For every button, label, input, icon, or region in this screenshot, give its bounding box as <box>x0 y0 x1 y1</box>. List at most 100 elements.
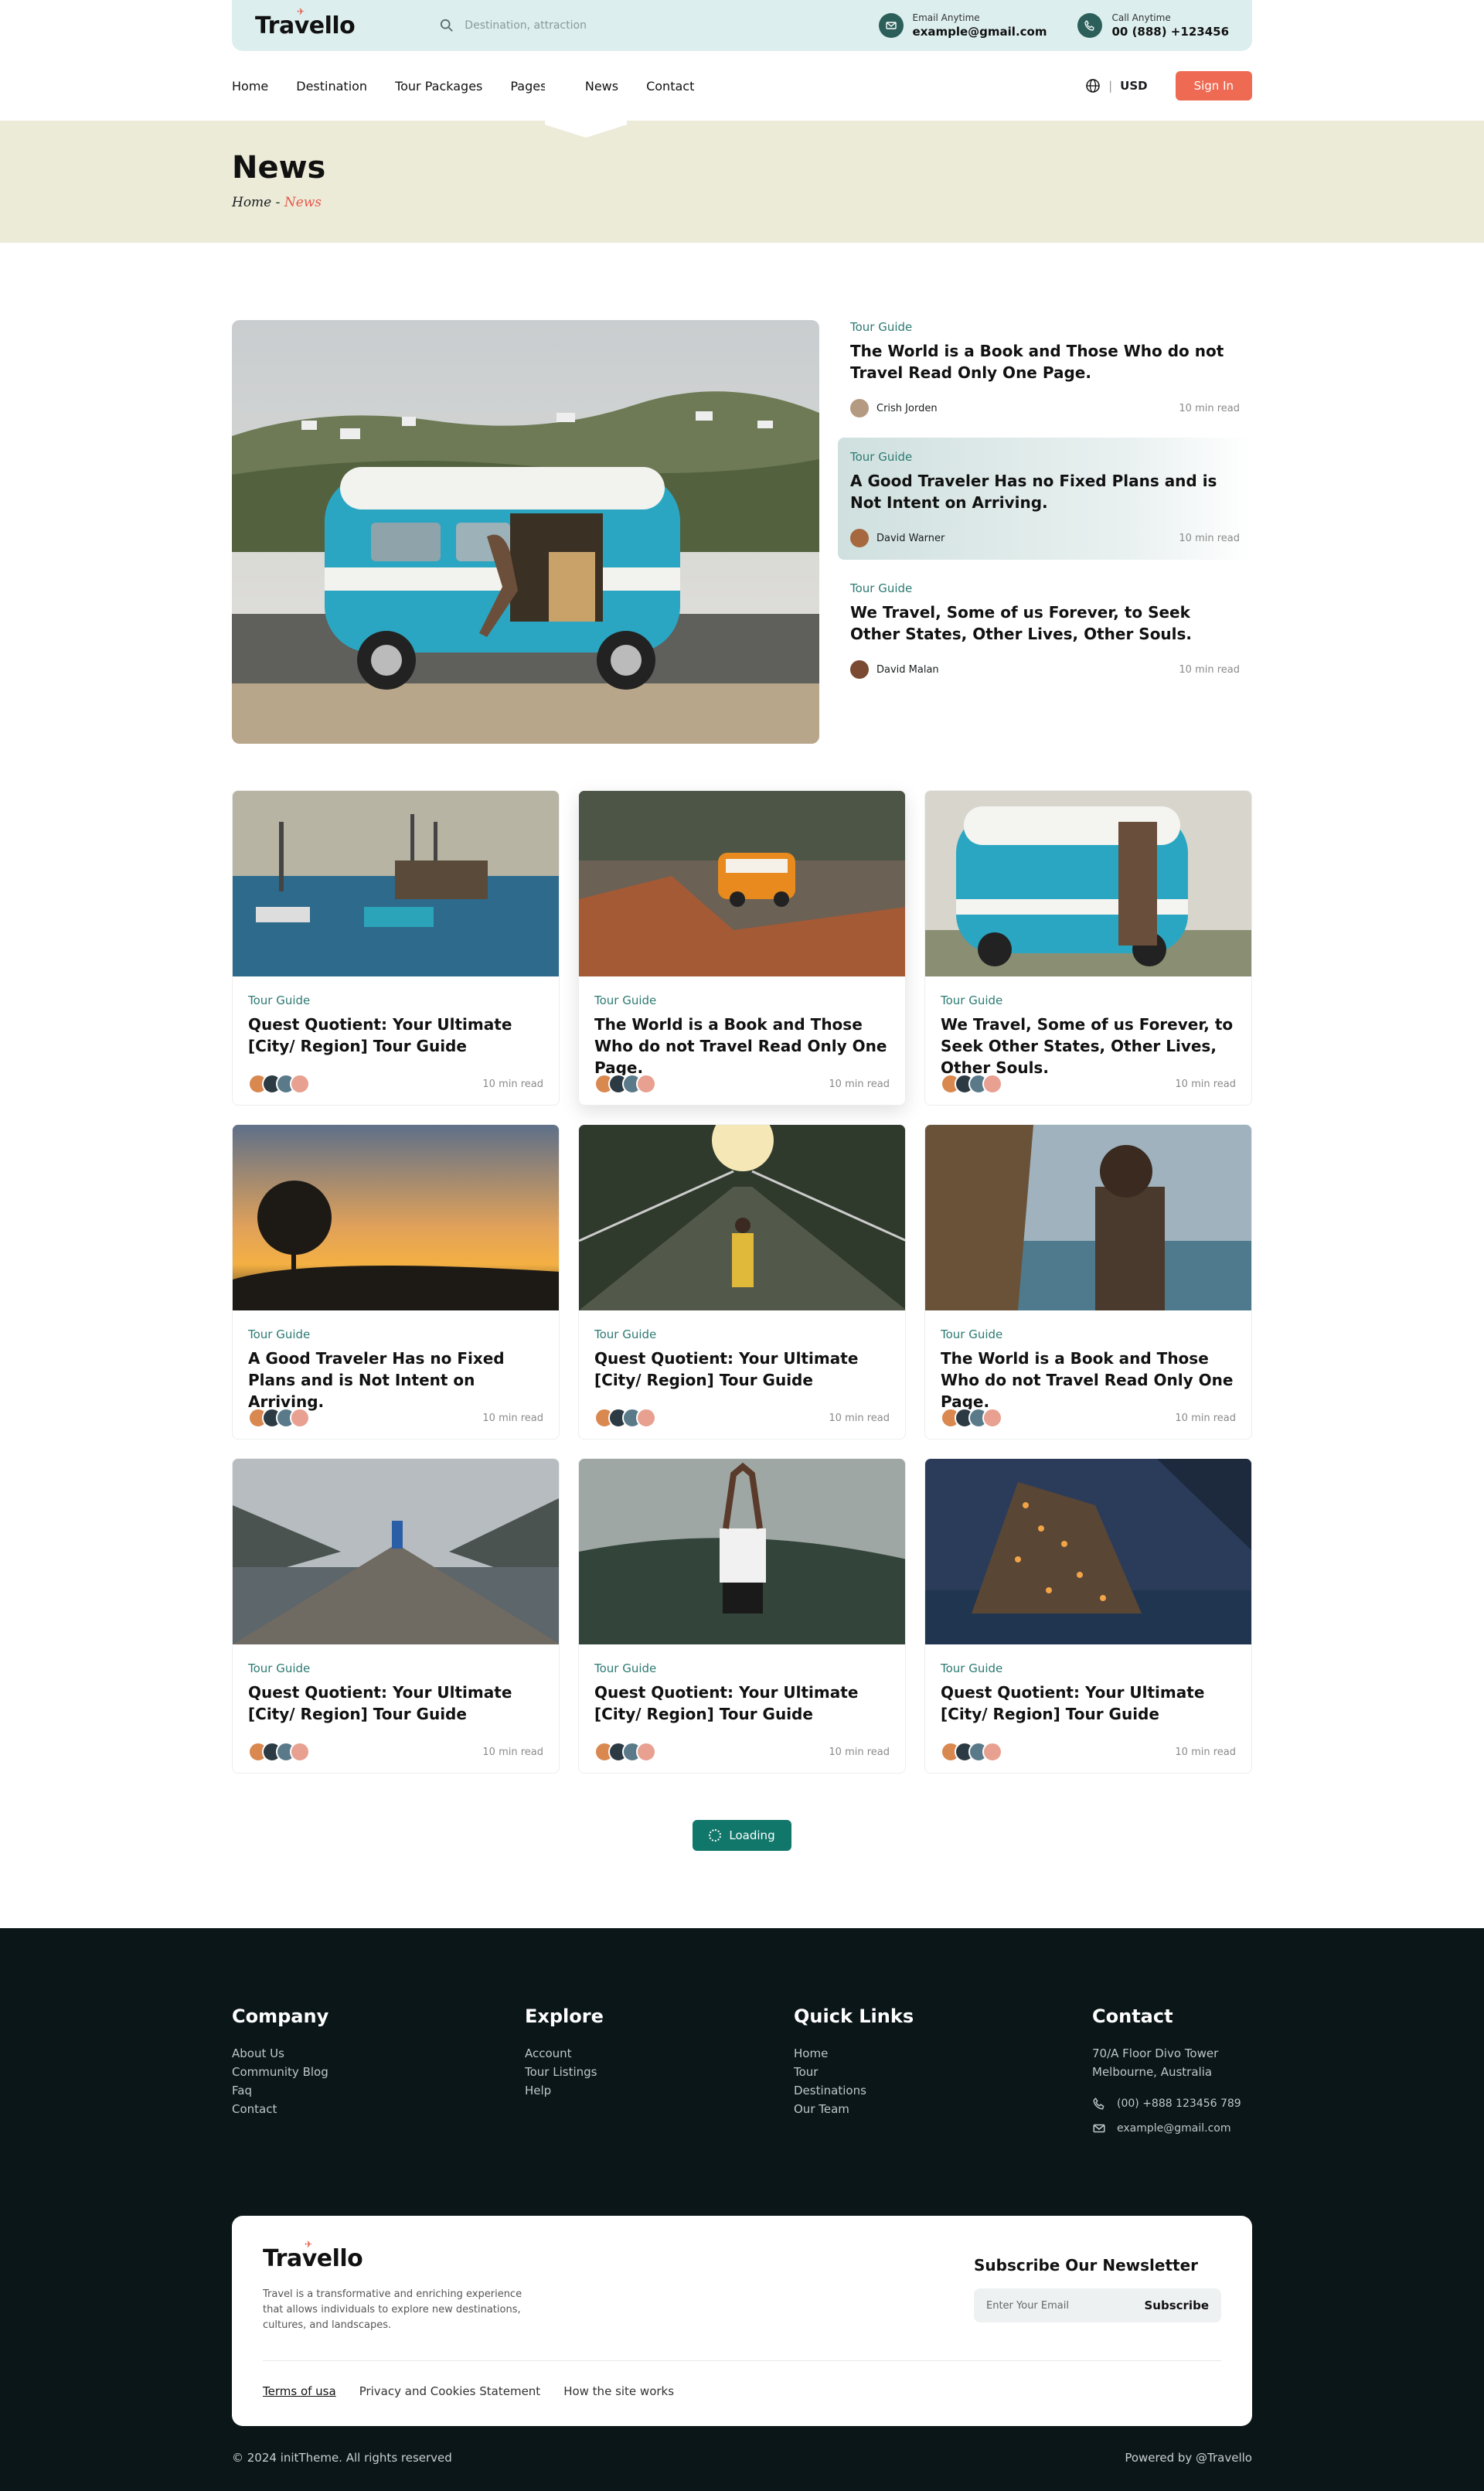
featured-post-1[interactable]: Tour Guide The World is a Book and Those… <box>838 320 1252 442</box>
read-time: 10 min read <box>1175 1078 1236 1090</box>
footer-link[interactable]: Tour <box>794 2063 914 2081</box>
address-line: Melbourne, Australia <box>1092 2065 1213 2079</box>
breadcrumb-home[interactable]: Home <box>232 195 271 210</box>
terms-link[interactable]: Terms of usa <box>263 2384 336 2398</box>
featured-post-3[interactable]: Tour Guide We Travel, Some of us Forever… <box>838 581 1252 704</box>
news-card[interactable]: Tour Guide The World is a Book and Those … <box>578 790 906 1106</box>
footer-phone[interactable]: (00) +888 123456 789 <box>1092 2097 1241 2111</box>
mail-icon <box>878 13 904 38</box>
site-footer: Company About Us Community Blog Faq Cont… <box>0 1928 1484 2491</box>
card-title[interactable]: Quest Quotient: Your Ultimate [City/ Reg… <box>941 1682 1236 1726</box>
news-card[interactable]: Tour Guide Quest Quotient: Your Ultimate … <box>578 1458 906 1774</box>
subscribe-button[interactable]: Subscribe <box>1145 2298 1210 2312</box>
globe-icon[interactable] <box>1085 78 1101 94</box>
card-image[interactable] <box>233 1125 559 1310</box>
card-category[interactable]: Tour Guide <box>594 1327 890 1341</box>
footer-link[interactable]: Destinations <box>794 2081 914 2100</box>
card-title[interactable]: A Good Traveler Has no Fixed Plans and i… <box>248 1348 543 1411</box>
brand-name: Travello <box>255 12 356 39</box>
news-card[interactable]: Tour Guide Quest Quotient: Your Ultimate … <box>232 790 560 1106</box>
footer-link[interactable]: Account <box>525 2044 604 2063</box>
news-card[interactable]: Tour Guide Quest Quotient: Your Ultimate … <box>578 1124 906 1440</box>
news-card[interactable]: Tour Guide The World is a Book and Those … <box>924 1124 1252 1440</box>
card-title[interactable]: The World is a Book and Those Who do not… <box>594 1014 890 1077</box>
author-name[interactable]: David Warner <box>876 533 945 544</box>
card-image[interactable] <box>579 1459 905 1644</box>
post-title[interactable]: The World is a Book and Those Who do not… <box>850 340 1240 383</box>
card-category[interactable]: Tour Guide <box>248 1661 543 1675</box>
card-title[interactable]: We Travel, Some of us Forever, to Seek O… <box>941 1014 1236 1077</box>
news-card[interactable]: Tour Guide A Good Traveler Has no Fixed P… <box>232 1124 560 1440</box>
card-title[interactable]: Quest Quotient: Your Ultimate [City/ Reg… <box>594 1682 890 1726</box>
footer-company: Company About Us Community Blog Faq Cont… <box>232 2005 328 2118</box>
footer-link[interactable]: Tour Listings <box>525 2063 604 2081</box>
how-it-works-link[interactable]: How the site works <box>563 2384 674 2398</box>
nav-destination[interactable]: Destination <box>296 79 367 94</box>
card-title[interactable]: Quest Quotient: Your Ultimate [City/ Reg… <box>248 1014 543 1058</box>
newsletter-email-input[interactable]: Enter Your Email <box>986 2300 1069 2312</box>
post-category[interactable]: Tour Guide <box>850 320 1240 334</box>
top-bar: Travello ✈ Destination, attraction Email … <box>232 0 1252 51</box>
footer-link[interactable]: Our Team <box>794 2100 914 2118</box>
author-name[interactable]: Crish Jorden <box>876 403 938 414</box>
newsletter-form: Enter Your Email Subscribe <box>974 2288 1221 2322</box>
currency-select[interactable]: USD <box>1120 79 1147 93</box>
card-image[interactable] <box>925 1125 1251 1310</box>
nav-news[interactable]: News <box>585 79 618 94</box>
card-category[interactable]: Tour Guide <box>248 1327 543 1341</box>
card-title[interactable]: Quest Quotient: Your Ultimate [City/ Reg… <box>594 1348 890 1392</box>
author-name[interactable]: David Malan <box>876 664 939 676</box>
footer-logo[interactable]: Travello ✈ <box>263 2239 363 2272</box>
news-card[interactable]: Tour Guide Quest Quotient: Your Ultimate … <box>924 1458 1252 1774</box>
post-category[interactable]: Tour Guide <box>850 450 1240 464</box>
footer-quick-links: Quick Links Home Tour Destinations Our T… <box>794 2005 914 2118</box>
email-contact[interactable]: Email Anytime example@gmail.com <box>878 12 1047 39</box>
plane-icon: ✈ <box>297 5 305 17</box>
card-category[interactable]: Tour Guide <box>248 993 543 1007</box>
card-image[interactable] <box>925 791 1251 976</box>
powered-by[interactable]: Powered by @Travello <box>1125 2451 1252 2465</box>
news-card[interactable]: Tour Guide Quest Quotient: Your Ultimate … <box>232 1458 560 1774</box>
card-image[interactable] <box>233 1459 559 1644</box>
footer-contact: Contact 70/A Floor Divo Tower Melbourne,… <box>1092 2005 1241 2135</box>
brand-logo[interactable]: Travello ✈ <box>255 6 356 39</box>
nav-tour-packages[interactable]: Tour Packages <box>395 79 482 94</box>
phone-icon <box>1093 2097 1104 2110</box>
card-category[interactable]: Tour Guide <box>941 1327 1236 1341</box>
card-image[interactable] <box>579 1125 905 1310</box>
featured-image[interactable] <box>232 320 819 744</box>
sign-in-button[interactable]: Sign In <box>1175 71 1252 101</box>
card-title[interactable]: Quest Quotient: Your Ultimate [City/ Reg… <box>248 1682 543 1726</box>
post-category[interactable]: Tour Guide <box>850 581 1240 595</box>
card-image[interactable] <box>579 791 905 976</box>
card-title[interactable]: The World is a Book and Those Who do not… <box>941 1348 1236 1411</box>
footer-link[interactable]: Home <box>794 2044 914 2063</box>
address-line: 70/A Floor Divo Tower <box>1092 2046 1219 2060</box>
card-category[interactable]: Tour Guide <box>941 1661 1236 1675</box>
card-image[interactable] <box>925 1459 1251 1644</box>
post-title[interactable]: We Travel, Some of us Forever, to Seek O… <box>850 601 1240 645</box>
search-bar[interactable]: Destination, attraction <box>440 19 587 32</box>
footer-link[interactable]: About Us <box>232 2044 328 2063</box>
footer-link[interactable]: Help <box>525 2081 604 2100</box>
author-avatars <box>941 1074 1002 1094</box>
footer-link[interactable]: Faq <box>232 2081 328 2100</box>
card-category[interactable]: Tour Guide <box>941 993 1236 1007</box>
featured-post-2[interactable]: Tour Guide A Good Traveler Has no Fixed … <box>838 438 1252 560</box>
card-category[interactable]: Tour Guide <box>594 993 890 1007</box>
read-time: 10 min read <box>829 1746 890 1758</box>
footer-email[interactable]: example@gmail.com <box>1092 2121 1241 2135</box>
loading-button[interactable]: Loading <box>693 1820 791 1851</box>
card-image[interactable] <box>233 791 559 976</box>
footer-link[interactable]: Community Blog <box>232 2063 328 2081</box>
nav-contact[interactable]: Contact <box>646 79 694 94</box>
news-card[interactable]: Tour Guide We Travel, Some of us Forever,… <box>924 790 1252 1106</box>
privacy-link[interactable]: Privacy and Cookies Statement <box>359 2384 541 2398</box>
search-input[interactable]: Destination, attraction <box>465 19 587 32</box>
nav-home[interactable]: Home <box>232 79 268 94</box>
post-title[interactable]: A Good Traveler Has no Fixed Plans and i… <box>850 470 1240 513</box>
footer-link[interactable]: Contact <box>232 2100 328 2118</box>
phone-contact[interactable]: Call Anytime 00 (888) +123456 <box>1077 12 1229 39</box>
footer-card: Travello ✈ Travel is a transformative and… <box>232 2216 1252 2426</box>
card-category[interactable]: Tour Guide <box>594 1661 890 1675</box>
